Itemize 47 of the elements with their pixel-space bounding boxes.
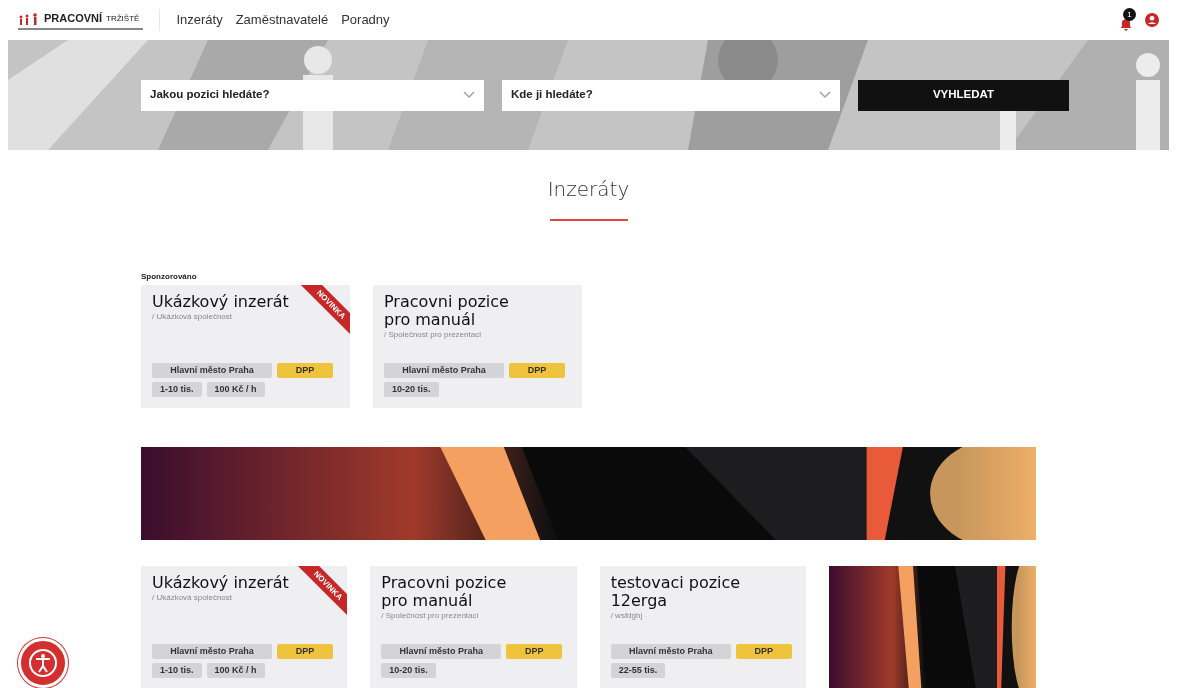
nav-link[interactable]: Inzeráty xyxy=(176,10,223,30)
family-icon xyxy=(18,12,40,25)
location-select[interactable]: Kde ji hledáte? xyxy=(502,79,840,111)
job-card[interactable]: testovaci pozice 12erga / wsfdghj Hlavní město Praha DPP 22-55 tis. xyxy=(599,566,806,688)
chevron-down-icon xyxy=(819,91,831,99)
job-title: testovaci pozice 12erga xyxy=(610,574,742,610)
chevron-down-icon xyxy=(463,91,475,99)
page-heading: Inzeráty xyxy=(547,176,630,203)
contract-tag: DPP xyxy=(506,644,563,659)
company-name: / Ukázková společnost xyxy=(152,311,234,323)
job-title: Pracovni pozice pro manuál xyxy=(381,574,508,610)
location-tag: Hlavní město Praha xyxy=(381,644,502,659)
location-tag: Hlavní město Praha xyxy=(610,644,731,659)
salary-tag: 1-10 tis. xyxy=(152,382,202,397)
salary-tag: 100 Kč / h xyxy=(206,663,265,678)
salary-tag: 10-20 tis. xyxy=(384,382,439,397)
nav-link[interactable]: Zaměstnavatelé xyxy=(235,10,329,30)
company-name: / Společnost pro prezentaci xyxy=(384,329,482,341)
search-button[interactable]: VYHLEDAT xyxy=(858,79,1069,111)
nav-link[interactable]: Poradny xyxy=(341,10,390,30)
job-card[interactable]: Pracovni pozice pro manuál / Společnost pro prezentaci Hlavní město Praha DPP 10-20 tis. xyxy=(370,566,577,688)
salary-tag: 10-20 tis. xyxy=(381,663,436,678)
contract-tag: DPP xyxy=(509,363,565,378)
accessibility-icon xyxy=(28,648,58,678)
salary-tag: 22-55 tis. xyxy=(610,663,666,678)
job-title: Pracovni pozice pro manuál xyxy=(384,293,510,329)
contract-tag: DPP xyxy=(277,644,333,659)
location-tag: Hlavní město Praha xyxy=(152,363,272,378)
sponsored-label: Sponzorováno xyxy=(141,271,198,283)
job-title: Ukázkový inzerát xyxy=(152,293,290,311)
logo[interactable]: PRACOVNÍ TRŽIŠTĚ xyxy=(18,10,144,30)
company-name: / wsfdghj xyxy=(610,610,644,622)
bell-icon xyxy=(1119,18,1133,32)
user-icon[interactable] xyxy=(1145,13,1159,27)
position-select[interactable]: Jakou pozici hledáte? xyxy=(141,79,484,111)
accessibility-button[interactable] xyxy=(18,638,68,688)
location-tag: Hlavní město Praha xyxy=(384,363,504,378)
contract-tag: DPP xyxy=(735,644,792,659)
notification-button[interactable]: 1 xyxy=(1119,8,1137,32)
job-title: Ukázkový inzerát xyxy=(152,574,290,592)
contract-tag: DPP xyxy=(277,363,333,378)
job-card[interactable]: Pracovni pozice pro manuál / Společnost pro prezentaci Hlavní město Praha DPP 10-20 tis. xyxy=(373,285,582,408)
salary-tag: 1-10 tis. xyxy=(152,663,202,678)
notification-count: 1 xyxy=(1123,8,1136,21)
salary-tag: 100 Kč / h xyxy=(206,382,265,397)
location-tag: Hlavní město Praha xyxy=(152,644,272,659)
company-name: / Společnost pro prezentaci xyxy=(381,610,480,622)
